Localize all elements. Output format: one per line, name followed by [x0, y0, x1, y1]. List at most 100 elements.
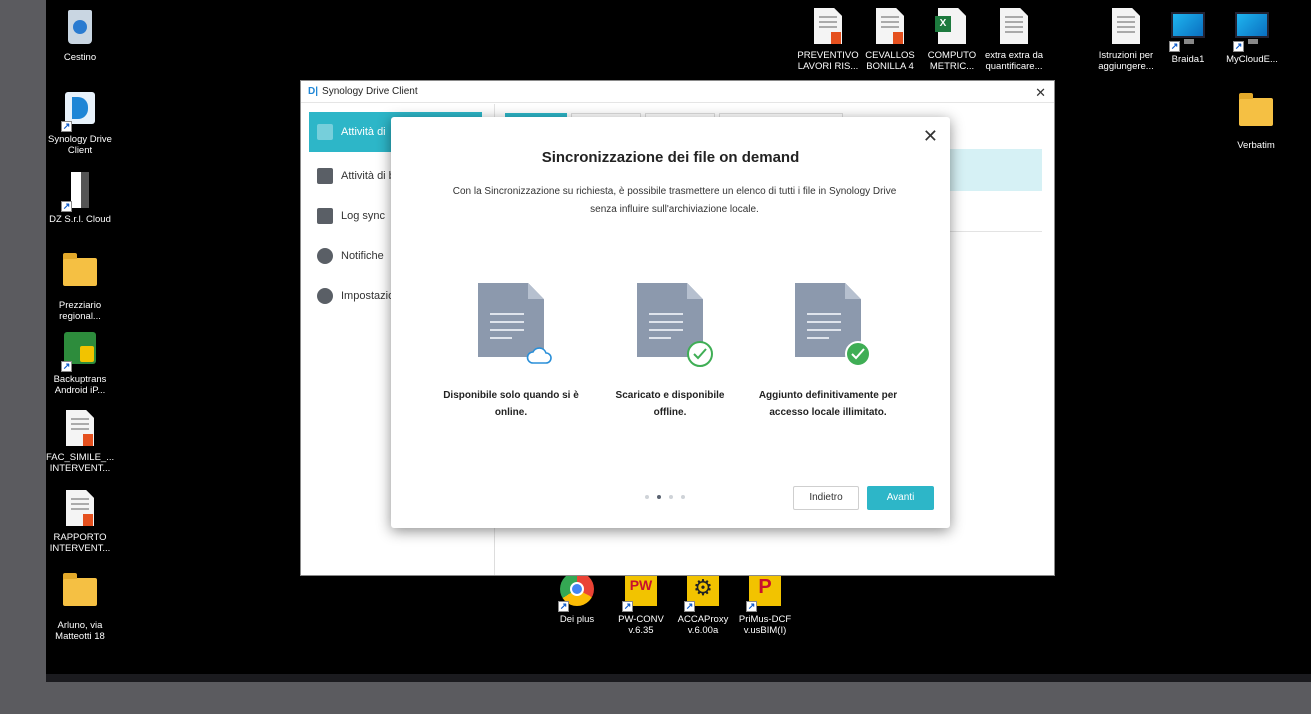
shortcut-arrow-icon: ↗ — [1233, 41, 1244, 52]
file-icon — [478, 283, 552, 364]
gear-icon: ⚙ ↗ — [684, 572, 720, 612]
desktop-icon-label: Synology Drive Client — [48, 134, 112, 156]
pdf-document-icon — [873, 8, 907, 46]
desktop-icon-label: RAPPORTO INTERVENT... — [49, 532, 111, 554]
log-icon — [317, 208, 333, 224]
verbatim-folder[interactable]: Verbatim — [1222, 92, 1290, 151]
desktop-icon-label: Verbatim — [1237, 140, 1275, 151]
feature-online-only: Disponibile solo quando si è online. — [441, 283, 581, 421]
shortcut-arrow-icon: ↗ — [746, 601, 757, 612]
dialog-close-button[interactable]: ✕ — [923, 126, 938, 146]
sidebar-item-label: Attività di — [341, 126, 386, 138]
gear-icon — [317, 288, 333, 304]
arluno-folder[interactable]: Arluno, via Matteotti 18 — [46, 572, 114, 642]
extra-document[interactable]: extra extra da quantificare... — [980, 8, 1048, 72]
cloud-icon — [526, 347, 552, 364]
primus-icon: P ↗ — [746, 572, 782, 612]
feature-pinned-local: Aggiunto definitivamente per accesso loc… — [758, 283, 898, 421]
sidebar-item-label: Attività di b — [341, 170, 395, 182]
nas-device-icon: ↗ — [61, 172, 97, 212]
feature-offline-available: Scaricato e disponibile offline. — [600, 283, 740, 421]
desktop-icon-label: Istruzioni per aggiungere... — [1098, 50, 1154, 72]
pw-conv-icon: PW ↗ — [622, 572, 658, 612]
shortcut-arrow-icon: ↗ — [61, 361, 72, 372]
desktop-icon-label: MyCloudE... — [1226, 54, 1278, 65]
file-icon — [637, 283, 713, 367]
desktop-icon-label: DZ S.r.l. Cloud — [49, 214, 111, 225]
back-button[interactable]: Indietro — [793, 486, 859, 510]
folder-icon — [63, 573, 97, 616]
check-solid-icon — [845, 341, 871, 367]
taskbar — [46, 674, 1311, 682]
pdf-document-icon — [63, 490, 97, 528]
desktop-icon-label: Braida1 — [1171, 54, 1205, 65]
pagination-dot-active — [657, 495, 661, 499]
monitor-shortcut-icon: ↗ — [1169, 12, 1205, 52]
bell-icon — [317, 248, 333, 264]
shortcut-arrow-icon: ↗ — [558, 601, 569, 612]
istruzioni-document[interactable]: Istruzioni per aggiungere... — [1092, 8, 1160, 72]
pagination-dot — [681, 495, 685, 499]
fac-simile-document[interactable]: FAC_SIMILE_... INTERVENT... — [46, 410, 114, 474]
feature-label: Aggiunto definitivamente per accesso loc… — [758, 390, 898, 418]
dialog-title: Sincronizzazione dei file on demand — [541, 149, 800, 166]
desktop-icon-label: PREVENTIVO LAVORI RIS... — [797, 50, 859, 72]
window-close-button[interactable]: ✕ — [1035, 85, 1046, 101]
text-document-icon — [1109, 8, 1143, 46]
folder-icon — [1239, 93, 1273, 136]
chrome-icon: ↗ — [558, 572, 594, 612]
rapporto-document[interactable]: RAPPORTO INTERVENT... — [46, 490, 114, 554]
pw-conv-shortcut[interactable]: PW ↗ PW-CONV v.6.35 — [607, 572, 675, 636]
text-document-icon — [997, 8, 1031, 46]
pagination-dot — [645, 495, 649, 499]
shortcut-arrow-icon: ↗ — [1169, 41, 1180, 52]
synology-logo-icon: D| — [308, 86, 319, 97]
window-title: Synology Drive Client — [322, 86, 418, 97]
desktop-icon-label: COMPUTO METRIC... — [927, 50, 977, 72]
shortcut-arrow-icon: ↗ — [684, 601, 695, 612]
prezziario-folder[interactable]: Prezziario regional... — [46, 252, 114, 322]
pdf-document-icon — [811, 8, 845, 46]
desktop-icon-label: Arluno, via Matteotti 18 — [55, 620, 105, 642]
desktop-icon-label: Prezziario regional... — [58, 300, 102, 322]
shortcut-arrow-icon: ↗ — [622, 601, 633, 612]
preventivo-document[interactable]: PREVENTIVO LAVORI RIS... — [794, 8, 862, 72]
dz-cloud-shortcut[interactable]: ↗ DZ S.r.l. Cloud — [46, 172, 114, 225]
divider — [494, 536, 495, 570]
desktop-icon-label: extra extra da quantificare... — [984, 50, 1044, 72]
mycloud-shortcut[interactable]: ↗ MyCloudE... — [1218, 8, 1286, 65]
backup-icon — [317, 168, 333, 184]
monitor-shortcut-icon: ↗ — [1233, 12, 1269, 52]
cevallos-document[interactable]: CEVALLOS BONILLA 4 — [856, 8, 924, 72]
sync-icon — [317, 124, 333, 140]
desktop-icon-label: Dei plus — [559, 614, 595, 625]
pdf-document-icon — [63, 410, 97, 448]
primus-dcf-shortcut[interactable]: P ↗ PriMus-DCF v.usBIM(I) — [731, 572, 799, 636]
file-icon — [795, 283, 871, 367]
shortcut-arrow-icon: ↗ — [61, 121, 72, 132]
desktop-icon-label: PriMus-DCF v.usBIM(I) — [738, 614, 792, 636]
synology-drive-icon: ↗ — [61, 92, 97, 132]
accaproxy-shortcut[interactable]: ⚙ ↗ ACCAProxy v.6.00a — [669, 572, 737, 636]
pagination-dots — [645, 495, 685, 499]
desktop-icon-label: ACCAProxy v.6.00a — [677, 614, 729, 636]
next-button[interactable]: Avanti — [867, 486, 934, 510]
excel-document-icon: X — [935, 8, 969, 46]
window-titlebar[interactable]: D| Synology Drive Client ✕ — [301, 81, 1054, 103]
backuptrans-shortcut[interactable]: ↗ Backuptrans Android iP... — [46, 332, 114, 396]
computo-spreadsheet[interactable]: X COMPUTO METRIC... — [918, 8, 986, 72]
sidebar-item-label: Log sync — [341, 210, 386, 222]
feature-label: Scaricato e disponibile offline. — [615, 390, 725, 418]
recycle-bin-shortcut[interactable]: Cestino — [46, 10, 114, 63]
dei-plus-shortcut[interactable]: ↗ Dei plus — [543, 572, 611, 625]
desktop-icon-label: Cestino — [63, 52, 97, 63]
desktop-icon-label: Backuptrans Android iP... — [53, 374, 107, 396]
braida1-shortcut[interactable]: ↗ Braida1 — [1154, 8, 1222, 65]
recycle-bin-icon — [63, 10, 97, 48]
on-demand-sync-dialog: ✕ Sincronizzazione dei file on demand Co… — [391, 117, 950, 528]
feature-label: Disponibile solo quando si è online. — [443, 390, 579, 418]
sidebar-item-label: Notifiche — [341, 250, 384, 262]
desktop-icon-label: FAC_SIMILE_... INTERVENT... — [46, 452, 115, 474]
synology-drive-client-shortcut[interactable]: ↗ Synology Drive Client — [46, 92, 114, 156]
sidebar-item-label: Impostazio — [341, 290, 395, 302]
